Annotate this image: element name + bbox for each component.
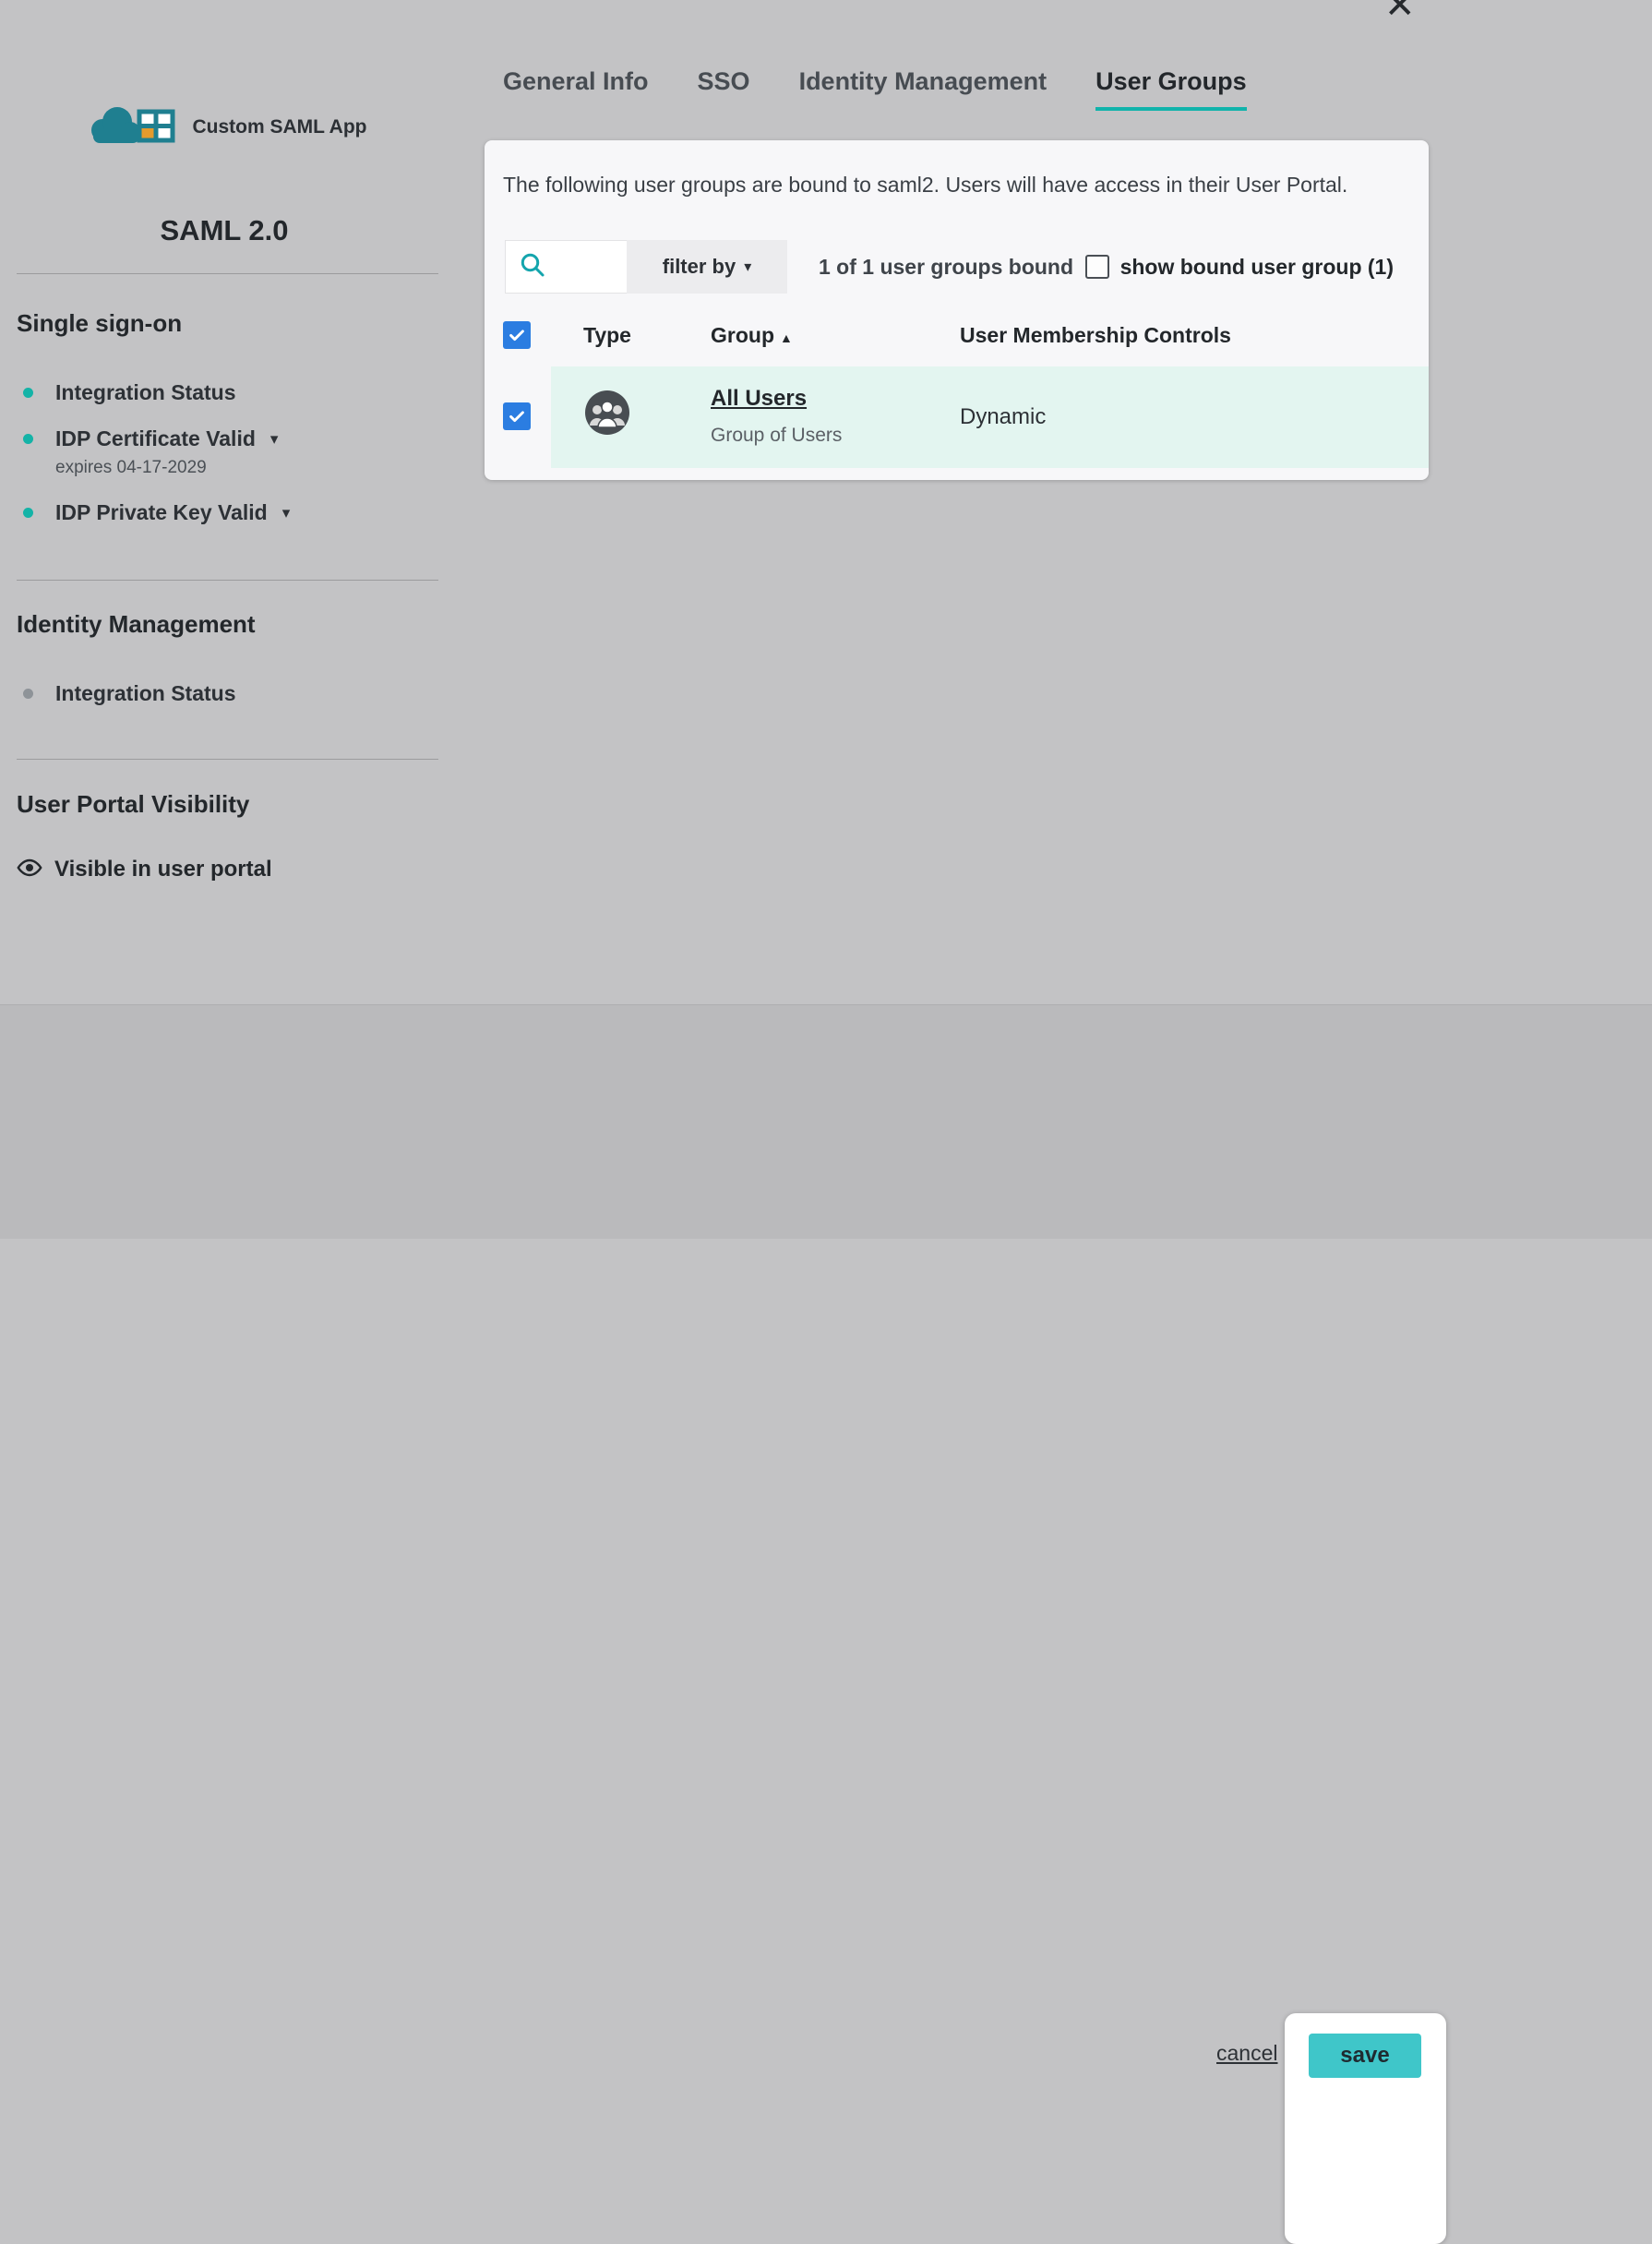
portal-visibility-status: Visible in user portal [17, 857, 272, 882]
footer-bar: cancel save [0, 1004, 1652, 1239]
show-bound-control: show bound user group (1) [1085, 255, 1394, 280]
divider [17, 580, 438, 581]
tab-identity-management[interactable]: Identity Management [799, 67, 1047, 111]
tab-general-info[interactable]: General Info [503, 67, 649, 111]
sso-integration-status: Integration Status [23, 380, 236, 405]
show-bound-label[interactable]: show bound user group (1) [1120, 255, 1394, 280]
eye-icon [17, 858, 42, 882]
close-icon[interactable]: ✕ [1384, 0, 1416, 24]
user-groups-panel: The following user groups are bound to s… [485, 140, 1429, 480]
chevron-down-icon: ▾ [282, 504, 291, 522]
search-filter-combo: filter by ▾ [505, 240, 787, 294]
status-dot-icon [23, 434, 33, 444]
saml-app-modal: ✕ [0, 0, 1652, 1239]
row-checkbox[interactable] [503, 402, 531, 430]
show-bound-checkbox[interactable] [1085, 255, 1109, 279]
status-dot-icon [23, 508, 33, 518]
app-logo-label: Custom SAML App [193, 116, 367, 138]
status-dot-icon [23, 689, 33, 699]
column-header-type: Type [583, 323, 631, 348]
save-button[interactable]: save [1309, 2034, 1421, 2078]
tab-bar: General Info SSO Identity Management Use… [503, 67, 1247, 111]
custom-saml-app-icon [82, 100, 182, 154]
certificate-expiry-text: expires 04-17-2029 [55, 458, 207, 478]
portal-section-heading: User Portal Visibility [17, 790, 249, 819]
search-box[interactable] [505, 240, 627, 294]
divider [17, 759, 438, 760]
tab-sso[interactable]: SSO [698, 67, 750, 111]
group-name-link[interactable]: All Users [711, 386, 807, 412]
filter-by-dropdown[interactable]: filter by ▾ [627, 240, 787, 294]
page-title: SAML 2.0 [0, 214, 449, 247]
idp-private-key-status[interactable]: IDP Private Key Valid ▾ [23, 500, 290, 525]
idp-certificate-status[interactable]: IDP Certificate Valid ▾ [23, 426, 278, 451]
user-group-avatar-icon [583, 389, 631, 437]
group-type-text: Group of Users [711, 425, 842, 447]
chevron-down-icon: ▾ [744, 258, 751, 276]
save-card: save [1285, 2013, 1446, 2244]
column-header-group[interactable]: Group▲ [711, 323, 793, 348]
panel-controls: filter by ▾ 1 of 1 user groups bound sho… [505, 240, 1408, 294]
panel-description: The following user groups are bound to s… [503, 173, 1347, 198]
bound-count-text: 1 of 1 user groups bound [819, 255, 1073, 280]
select-all-checkbox[interactable] [503, 321, 531, 349]
app-logo: Custom SAML App [0, 100, 449, 154]
column-header-membership: User Membership Controls [960, 323, 1231, 348]
status-dot-icon [23, 388, 33, 398]
search-icon [519, 251, 546, 283]
identity-integration-status: Integration Status [23, 681, 236, 706]
search-input[interactable] [552, 255, 617, 279]
cancel-button[interactable]: cancel [1216, 2041, 1277, 2066]
membership-value: Dynamic [960, 404, 1046, 430]
sso-section-heading: Single sign-on [17, 309, 182, 338]
divider [17, 273, 438, 274]
identity-section-heading: Identity Management [17, 610, 256, 639]
chevron-down-icon: ▾ [270, 430, 279, 449]
sort-asc-icon: ▲ [780, 330, 793, 345]
tab-user-groups[interactable]: User Groups [1095, 67, 1247, 111]
